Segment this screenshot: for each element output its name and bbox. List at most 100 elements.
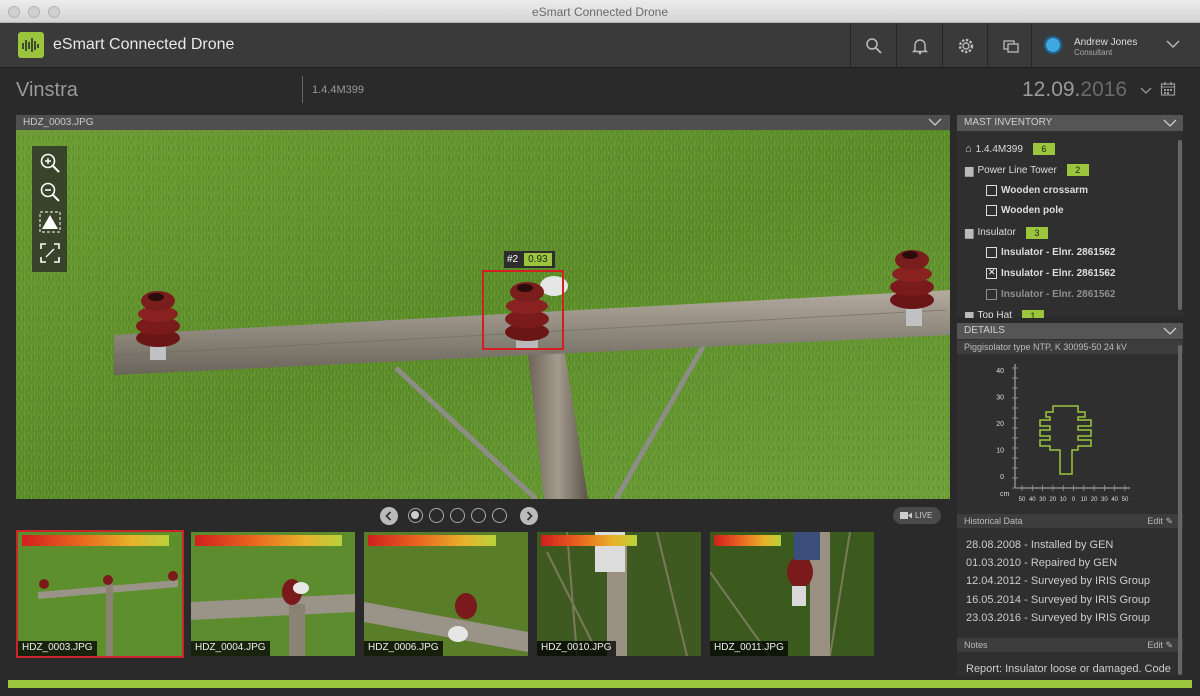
inventory-root-count: 6 <box>1032 143 1055 155</box>
windows-button[interactable] <box>987 23 1033 68</box>
details-subtitle: Piggisolator type NTP, K 30095-50 24 kV <box>957 340 1183 354</box>
detection-box[interactable] <box>482 270 564 350</box>
inventory-item[interactable]: Insulator - Elnr. 2861562 <box>986 288 1116 300</box>
search-icon <box>865 37 882 54</box>
window-titlebar: eSmart Connected Drone <box>0 0 1200 23</box>
user-menu[interactable]: Andrew Jones Consultant <box>1031 23 1200 68</box>
thumbnail-label: HDZ_0004.JPG <box>191 641 270 656</box>
inventory-checkbox[interactable] <box>986 247 997 258</box>
x-tick-label: 0 <box>1072 497 1076 503</box>
zoom-out-icon[interactable] <box>39 181 61 203</box>
calendar-icon[interactable] <box>1160 81 1176 97</box>
severity-bar <box>368 535 496 546</box>
detection-label: #2 <box>507 254 519 265</box>
pencil-icon: ✎ <box>1165 516 1173 526</box>
video-camera-icon <box>900 512 912 519</box>
inventory-item[interactable]: Wooden crossarm <box>986 184 1089 196</box>
bell-icon <box>911 38 928 54</box>
inventory-collapse-chevron-icon[interactable] <box>1163 118 1177 129</box>
inventory-group-count: 3 <box>1025 226 1048 239</box>
x-tick-label: 20 <box>1091 497 1098 503</box>
inventory-group[interactable]: ▆ Top Hat 1 <box>965 309 1044 318</box>
notes-title: Notes <box>964 640 988 650</box>
history-entry: 23.03.2016 - Surveyed by IRIS Group <box>966 611 1151 624</box>
search-button[interactable] <box>850 23 896 68</box>
severity-bar <box>541 535 637 546</box>
thumbnail-label: HDZ_0006.JPG <box>364 641 443 656</box>
insulator-dimension-diagram: 403020100 50 40 30 20 10 0 10 20 30 40 50 cm <box>996 364 1130 503</box>
detection-tag[interactable]: #2 0.93 <box>504 251 555 268</box>
crop-select-icon[interactable] <box>39 242 61 264</box>
inventory-item[interactable]: Wooden pole <box>986 205 1064 217</box>
inventory-group[interactable]: ▆ Power Line Tower 2 <box>965 164 1089 177</box>
bottom-progress-bar <box>8 680 1192 688</box>
severity-bar <box>714 535 781 546</box>
brand-logo-icon <box>18 32 44 58</box>
inventory-item-label: Wooden pole <box>1001 205 1064 217</box>
x-tick-label: 30 <box>1101 497 1108 503</box>
next-image-button[interactable] <box>520 507 538 525</box>
y-tick-label: 20 <box>996 421 1004 428</box>
pager-dot[interactable] <box>471 508 486 523</box>
details-collapse-chevron-icon[interactable] <box>1163 326 1177 337</box>
inventory-checkbox[interactable] <box>986 205 997 217</box>
pager-dot[interactable] <box>408 508 423 523</box>
chevron-left-icon <box>385 511 392 521</box>
thumbnail-hdz_0011[interactable]: HDZ_0011.JPG <box>710 532 874 656</box>
thumbnail-hdz_0003[interactable]: HDZ_0003.JPG <box>16 530 184 658</box>
y-unit-label: cm <box>1000 491 1010 498</box>
inventory-scrollbar[interactable] <box>1178 140 1182 310</box>
detection-confidence: 0.93 <box>524 253 552 266</box>
details-header[interactable]: DETAILS <box>957 323 1183 339</box>
settings-button[interactable] <box>942 23 988 68</box>
history-entry: 16.05.2014 - Surveyed by IRIS Group <box>966 593 1151 606</box>
x-tick-label: 40 <box>1029 497 1036 503</box>
thumbnail-image <box>18 532 182 656</box>
user-name: Andrew Jones <box>1074 37 1138 48</box>
pager-dot[interactable] <box>450 508 465 523</box>
thumbnail-image <box>364 532 528 656</box>
historical-title: Historical Data <box>964 516 1023 526</box>
pencil-icon: ✎ <box>1165 640 1173 650</box>
x-tick-label: 50 <box>1122 497 1129 503</box>
gear-icon <box>958 38 973 53</box>
notes-edit-button[interactable]: Edit ✎ <box>1147 638 1173 652</box>
pager-dot[interactable] <box>429 508 444 523</box>
x-tick-label: 20 <box>1050 497 1057 503</box>
thumbnail-hdz_0004[interactable]: HDZ_0004.JPG <box>191 532 355 656</box>
inventory-item[interactable]: Insulator - Elnr. 2861562 <box>986 267 1116 279</box>
x-tick-label: 40 <box>1111 497 1118 503</box>
x-tick-label: 10 <box>1060 497 1067 503</box>
annotate-warning-icon[interactable] <box>39 211 61 233</box>
edit-label: Edit <box>1147 640 1163 650</box>
inventory-checkbox[interactable] <box>986 288 997 300</box>
date-year: 2016 <box>1080 78 1128 101</box>
thumbnail-hdz_0006[interactable]: HDZ_0006.JPG <box>364 532 528 656</box>
inventory-root-label: 1.4.4M399 <box>975 143 1023 155</box>
thumbnail-hdz_0010[interactable]: HDZ_0010.JPG <box>537 532 701 656</box>
details-scrollbar[interactable] <box>1178 345 1182 675</box>
inventory-item-label: Wooden crossarm <box>1001 184 1089 196</box>
inventory-root[interactable]: ⌂ 1.4.4M399 6 <box>965 143 1055 155</box>
inventory-item[interactable]: Insulator - Elnr. 2861562 <box>986 247 1116 258</box>
inspection-date: 12.09.2016 <box>1022 78 1127 102</box>
historical-edit-button[interactable]: Edit ✎ <box>1147 514 1173 528</box>
prev-image-button[interactable] <box>380 507 398 525</box>
date-chevron-down-icon[interactable] <box>1139 84 1153 98</box>
insulator-profile-outline <box>1039 405 1092 475</box>
inventory-checkbox[interactable] <box>986 267 997 279</box>
notes-text: Report: Insulator loose or damaged. Code <box>966 663 1171 675</box>
inventory-group[interactable]: ▆ Insulator 3 <box>965 226 1048 239</box>
live-button[interactable]: LIVE <box>893 507 941 524</box>
zoom-in-icon[interactable] <box>39 152 61 174</box>
avatar <box>1044 36 1062 54</box>
inventory-group-count: 2 <box>1066 164 1089 177</box>
notifications-button[interactable] <box>896 23 942 68</box>
viewer-collapse-chevron-icon[interactable] <box>928 117 942 128</box>
mast-inventory-header[interactable]: MAST INVENTORY <box>957 115 1183 131</box>
date-day-month: 12.09. <box>1022 78 1081 101</box>
historical-data-header: Historical Data Edit ✎ <box>957 514 1183 528</box>
inventory-checkbox[interactable] <box>986 184 997 196</box>
pager-dot[interactable] <box>492 508 507 523</box>
home-icon: ⌂ <box>965 143 972 155</box>
